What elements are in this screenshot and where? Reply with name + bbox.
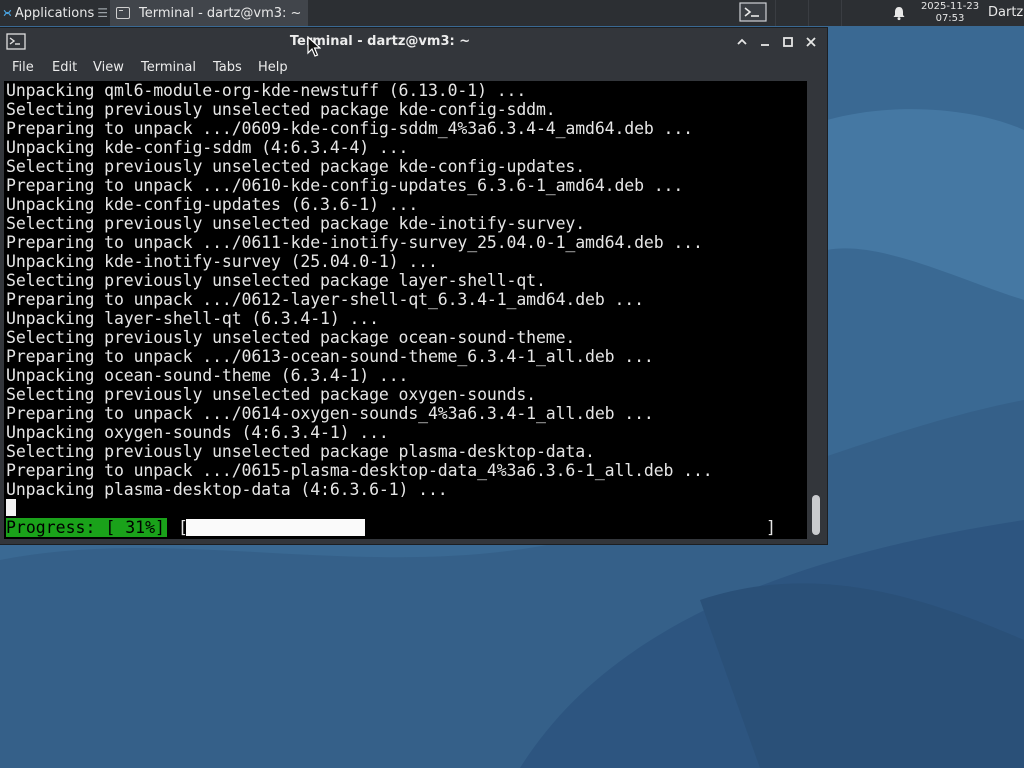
terminal-line: Selecting previously unselected package …	[6, 442, 595, 461]
menu-edit[interactable]: Edit	[52, 56, 77, 80]
chevron-up-icon[interactable]	[734, 34, 750, 50]
mouse-pointer-icon	[307, 36, 321, 57]
terminal-line: Preparing to unpack .../0611-kde-inotify…	[6, 233, 703, 252]
progress-bar	[186, 519, 764, 536]
terminal-line: Unpacking ocean-sound-theme (6.3.4-1) ..…	[6, 366, 409, 385]
panel-separator	[841, 0, 842, 26]
xfce-logo-icon	[3, 9, 12, 17]
terminal-line: Unpacking kde-inotify-survey (25.04.0-1)…	[6, 252, 438, 271]
panel-separator	[808, 0, 809, 26]
applications-menu-label: Applications	[14, 5, 95, 21]
top-panel: Applications ☰ Terminal - dartz@vm3: ~ 2…	[0, 0, 1024, 26]
clock-time: 07:53	[935, 13, 965, 24]
maximize-icon[interactable]	[780, 34, 796, 50]
terminal-cursor	[6, 499, 16, 516]
terminal-output[interactable]: Unpacking qml6-module-org-kde-newstuff (…	[4, 81, 807, 539]
taskbar-item-terminal[interactable]: Terminal - dartz@vm3: ~	[110, 0, 308, 26]
terminal-line: Unpacking qml6-module-org-kde-newstuff (…	[6, 81, 527, 100]
panel-separator	[775, 0, 776, 26]
menu-file[interactable]: File	[12, 56, 34, 80]
terminal-line: Preparing to unpack .../0615-plasma-desk…	[6, 461, 713, 480]
panel-clock[interactable]: 2025-11-23 07:53	[918, 1, 982, 25]
scrollbar-thumb[interactable]	[812, 495, 820, 535]
applications-menu-button[interactable]: Applications ☰	[0, 0, 108, 26]
terminal-line: Selecting previously unselected package …	[6, 328, 576, 347]
progress-row: Progress: [ 31%] [ ]	[4, 518, 807, 537]
terminal-line: Selecting previously unselected package …	[6, 214, 586, 233]
terminal-lines: Unpacking qml6-module-org-kde-newstuff (…	[6, 81, 713, 499]
menu-tabs[interactable]: Tabs	[213, 56, 242, 80]
terminal-line: Unpacking oxygen-sounds (4:6.3.4-1) ...	[6, 423, 389, 442]
window-title: Terminal - dartz@vm3: ~	[289, 34, 471, 49]
terminal-line: Preparing to unpack .../0613-ocean-sound…	[6, 347, 654, 366]
terminal-window: Terminal - dartz@vm3: ~ File Edit View T…	[0, 28, 827, 544]
terminal-line: Preparing to unpack .../0614-oxygen-soun…	[6, 404, 654, 423]
clock-date: 2025-11-23	[920, 1, 980, 12]
terminal-launcher-icon[interactable]	[739, 2, 767, 22]
terminal-line: Selecting previously unselected package …	[6, 385, 536, 404]
terminal-line: Preparing to unpack .../0610-kde-config-…	[6, 176, 684, 195]
terminal-line: Unpacking kde-config-sddm (4:6.3.4-4) ..…	[6, 138, 409, 157]
menu-terminal[interactable]: Terminal	[141, 56, 196, 80]
menu-bar: File Edit View Terminal Tabs Help	[0, 56, 827, 80]
taskbar-item-label: Terminal - dartz@vm3: ~	[139, 5, 302, 21]
terminal-line: Selecting previously unselected package …	[6, 271, 546, 290]
close-icon[interactable]	[803, 34, 819, 50]
progress-label: Progress: [ 31%]	[6, 518, 167, 537]
terminal-scrollbar[interactable]	[808, 81, 825, 539]
menu-glyph-icon: ☰	[97, 6, 108, 20]
window-titlebar[interactable]: Terminal - dartz@vm3: ~	[0, 28, 827, 56]
terminal-line: Unpacking plasma-desktop-data (4:6.3.6-1…	[6, 480, 448, 499]
terminal-line: Preparing to unpack .../0612-layer-shell…	[6, 290, 644, 309]
terminal-line: Unpacking kde-config-updates (6.3.6-1) .…	[6, 195, 419, 214]
progress-bracket-right: ]	[766, 518, 776, 537]
menu-help[interactable]: Help	[258, 56, 288, 80]
terminal-line: Selecting previously unselected package …	[6, 100, 556, 119]
terminal-window-icon	[116, 7, 130, 19]
notification-bell-icon[interactable]	[891, 5, 907, 21]
terminal-line: Preparing to unpack .../0609-kde-config-…	[6, 119, 693, 138]
user-menu[interactable]: Dartz	[988, 0, 1023, 26]
menu-view[interactable]: View	[93, 56, 124, 80]
minimize-icon[interactable]	[757, 34, 773, 50]
terminal-line: Unpacking layer-shell-qt (6.3.4-1) ...	[6, 309, 379, 328]
progress-bar-fill	[186, 519, 366, 536]
terminal-line: Selecting previously unselected package …	[6, 157, 586, 176]
